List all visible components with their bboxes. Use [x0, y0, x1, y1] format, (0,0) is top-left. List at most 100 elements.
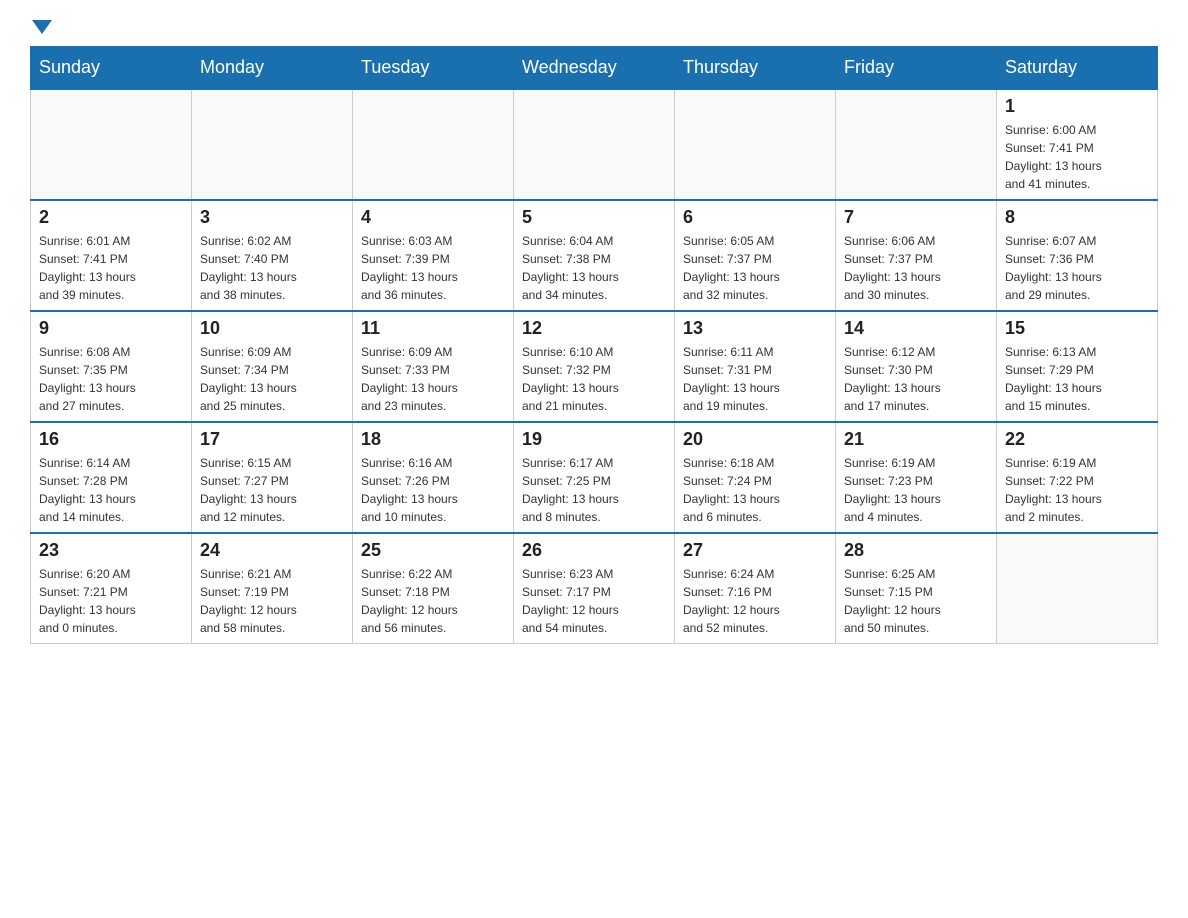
day-number: 28: [844, 540, 988, 561]
calendar-header-thursday: Thursday: [675, 47, 836, 90]
calendar-cell: 27Sunrise: 6:24 AM Sunset: 7:16 PM Dayli…: [675, 533, 836, 644]
cell-content: 15 Sunrise: 6:13 AM Sunset: 7:29 PM Dayli…: [1005, 318, 1149, 415]
calendar-cell: 6Sunrise: 6:05 AM Sunset: 7:37 PM Daylig…: [675, 200, 836, 311]
logo: [30, 20, 52, 36]
day-number: 8: [1005, 207, 1149, 228]
day-info: Sunrise: 6:06 AM Sunset: 7:37 PM Dayligh…: [844, 232, 988, 304]
calendar-cell: 17Sunrise: 6:15 AM Sunset: 7:27 PM Dayli…: [192, 422, 353, 533]
day-info: Sunrise: 6:09 AM Sunset: 7:34 PM Dayligh…: [200, 343, 344, 415]
cell-content: 24 Sunrise: 6:21 AM Sunset: 7:19 PM Dayli…: [200, 540, 344, 637]
day-info: Sunrise: 6:13 AM Sunset: 7:29 PM Dayligh…: [1005, 343, 1149, 415]
calendar-cell: 14 Sunrise: 6:12 AM Sunset: 7:30 PM Dayli…: [836, 311, 997, 422]
cell-content: 1Sunrise: 6:00 AM Sunset: 7:41 PM Daylig…: [1005, 96, 1149, 193]
calendar-cell: 13 Sunrise: 6:11 AM Sunset: 7:31 PM Dayli…: [675, 311, 836, 422]
day-number: 6: [683, 207, 827, 228]
calendar-header-row: SundayMondayTuesdayWednesdayThursdayFrid…: [31, 47, 1158, 90]
day-number: 1: [1005, 96, 1149, 117]
day-info: Sunrise: 6:19 AM Sunset: 7:22 PM Dayligh…: [1005, 454, 1149, 526]
cell-content: 22 Sunrise: 6:19 AM Sunset: 7:22 PM Dayli…: [1005, 429, 1149, 526]
day-number: 7: [844, 207, 988, 228]
day-info: Sunrise: 6:07 AM Sunset: 7:36 PM Dayligh…: [1005, 232, 1149, 304]
day-number: 17: [200, 429, 344, 450]
calendar-cell: 23 Sunrise: 6:20 AM Sunset: 7:21 PM Dayli…: [31, 533, 192, 644]
day-number: 2: [39, 207, 183, 228]
day-number: 26: [522, 540, 666, 561]
cell-content: 10Sunrise: 6:09 AM Sunset: 7:34 PM Dayli…: [200, 318, 344, 415]
day-info: Sunrise: 6:24 AM Sunset: 7:16 PM Dayligh…: [683, 565, 827, 637]
day-number: 13: [683, 318, 827, 339]
calendar-cell: 19Sunrise: 6:17 AM Sunset: 7:25 PM Dayli…: [514, 422, 675, 533]
day-number: 21: [844, 429, 988, 450]
day-number: 15: [1005, 318, 1149, 339]
calendar-cell: [514, 89, 675, 200]
day-info: Sunrise: 6:11 AM Sunset: 7:31 PM Dayligh…: [683, 343, 827, 415]
cell-content: 28 Sunrise: 6:25 AM Sunset: 7:15 PM Dayli…: [844, 540, 988, 637]
cell-content: 27Sunrise: 6:24 AM Sunset: 7:16 PM Dayli…: [683, 540, 827, 637]
day-number: 24: [200, 540, 344, 561]
day-number: 12: [522, 318, 666, 339]
day-info: Sunrise: 6:25 AM Sunset: 7:15 PM Dayligh…: [844, 565, 988, 637]
calendar-cell: 24 Sunrise: 6:21 AM Sunset: 7:19 PM Dayli…: [192, 533, 353, 644]
calendar-header-tuesday: Tuesday: [353, 47, 514, 90]
day-info: Sunrise: 6:03 AM Sunset: 7:39 PM Dayligh…: [361, 232, 505, 304]
cell-content: 25 Sunrise: 6:22 AM Sunset: 7:18 PM Dayli…: [361, 540, 505, 637]
cell-content: 21 Sunrise: 6:19 AM Sunset: 7:23 PM Dayli…: [844, 429, 988, 526]
cell-content: 11Sunrise: 6:09 AM Sunset: 7:33 PM Dayli…: [361, 318, 505, 415]
cell-content: 5Sunrise: 6:04 AM Sunset: 7:38 PM Daylig…: [522, 207, 666, 304]
day-info: Sunrise: 6:10 AM Sunset: 7:32 PM Dayligh…: [522, 343, 666, 415]
cell-content: 18 Sunrise: 6:16 AM Sunset: 7:26 PM Dayli…: [361, 429, 505, 526]
cell-content: 19Sunrise: 6:17 AM Sunset: 7:25 PM Dayli…: [522, 429, 666, 526]
page-header: [30, 20, 1158, 36]
calendar-week-row: 2Sunrise: 6:01 AM Sunset: 7:41 PM Daylig…: [31, 200, 1158, 311]
day-info: Sunrise: 6:02 AM Sunset: 7:40 PM Dayligh…: [200, 232, 344, 304]
calendar-cell: 12 Sunrise: 6:10 AM Sunset: 7:32 PM Dayli…: [514, 311, 675, 422]
calendar-cell: 16Sunrise: 6:14 AM Sunset: 7:28 PM Dayli…: [31, 422, 192, 533]
day-info: Sunrise: 6:08 AM Sunset: 7:35 PM Dayligh…: [39, 343, 183, 415]
calendar-cell: 25 Sunrise: 6:22 AM Sunset: 7:18 PM Dayli…: [353, 533, 514, 644]
day-number: 3: [200, 207, 344, 228]
cell-content: 4Sunrise: 6:03 AM Sunset: 7:39 PM Daylig…: [361, 207, 505, 304]
calendar-cell: 3 Sunrise: 6:02 AM Sunset: 7:40 PM Daylig…: [192, 200, 353, 311]
cell-content: 7 Sunrise: 6:06 AM Sunset: 7:37 PM Daylig…: [844, 207, 988, 304]
day-number: 14: [844, 318, 988, 339]
day-info: Sunrise: 6:04 AM Sunset: 7:38 PM Dayligh…: [522, 232, 666, 304]
cell-content: 3 Sunrise: 6:02 AM Sunset: 7:40 PM Daylig…: [200, 207, 344, 304]
day-info: Sunrise: 6:22 AM Sunset: 7:18 PM Dayligh…: [361, 565, 505, 637]
calendar-cell: [836, 89, 997, 200]
day-info: Sunrise: 6:23 AM Sunset: 7:17 PM Dayligh…: [522, 565, 666, 637]
day-number: 23: [39, 540, 183, 561]
calendar-cell: 22 Sunrise: 6:19 AM Sunset: 7:22 PM Dayli…: [997, 422, 1158, 533]
day-number: 11: [361, 318, 505, 339]
day-info: Sunrise: 6:16 AM Sunset: 7:26 PM Dayligh…: [361, 454, 505, 526]
calendar-cell: 2Sunrise: 6:01 AM Sunset: 7:41 PM Daylig…: [31, 200, 192, 311]
calendar-cell: 9Sunrise: 6:08 AM Sunset: 7:35 PM Daylig…: [31, 311, 192, 422]
day-number: 25: [361, 540, 505, 561]
cell-content: 12 Sunrise: 6:10 AM Sunset: 7:32 PM Dayli…: [522, 318, 666, 415]
day-info: Sunrise: 6:19 AM Sunset: 7:23 PM Dayligh…: [844, 454, 988, 526]
day-info: Sunrise: 6:18 AM Sunset: 7:24 PM Dayligh…: [683, 454, 827, 526]
cell-content: 6Sunrise: 6:05 AM Sunset: 7:37 PM Daylig…: [683, 207, 827, 304]
cell-content: 13 Sunrise: 6:11 AM Sunset: 7:31 PM Dayli…: [683, 318, 827, 415]
logo-arrow-icon: [32, 20, 52, 34]
calendar-cell: 7 Sunrise: 6:06 AM Sunset: 7:37 PM Daylig…: [836, 200, 997, 311]
cell-content: 8 Sunrise: 6:07 AM Sunset: 7:36 PM Daylig…: [1005, 207, 1149, 304]
calendar-week-row: 23 Sunrise: 6:20 AM Sunset: 7:21 PM Dayli…: [31, 533, 1158, 644]
cell-content: 26 Sunrise: 6:23 AM Sunset: 7:17 PM Dayli…: [522, 540, 666, 637]
day-info: Sunrise: 6:21 AM Sunset: 7:19 PM Dayligh…: [200, 565, 344, 637]
day-number: 19: [522, 429, 666, 450]
day-info: Sunrise: 6:12 AM Sunset: 7:30 PM Dayligh…: [844, 343, 988, 415]
cell-content: 2Sunrise: 6:01 AM Sunset: 7:41 PM Daylig…: [39, 207, 183, 304]
calendar-cell: 15 Sunrise: 6:13 AM Sunset: 7:29 PM Dayli…: [997, 311, 1158, 422]
cell-content: 23 Sunrise: 6:20 AM Sunset: 7:21 PM Dayli…: [39, 540, 183, 637]
calendar-cell: [31, 89, 192, 200]
calendar-cell: [353, 89, 514, 200]
cell-content: 16Sunrise: 6:14 AM Sunset: 7:28 PM Dayli…: [39, 429, 183, 526]
calendar-cell: [997, 533, 1158, 644]
day-number: 18: [361, 429, 505, 450]
calendar-week-row: 16Sunrise: 6:14 AM Sunset: 7:28 PM Dayli…: [31, 422, 1158, 533]
cell-content: 20 Sunrise: 6:18 AM Sunset: 7:24 PM Dayli…: [683, 429, 827, 526]
day-number: 22: [1005, 429, 1149, 450]
calendar-cell: [675, 89, 836, 200]
day-number: 20: [683, 429, 827, 450]
day-info: Sunrise: 6:20 AM Sunset: 7:21 PM Dayligh…: [39, 565, 183, 637]
